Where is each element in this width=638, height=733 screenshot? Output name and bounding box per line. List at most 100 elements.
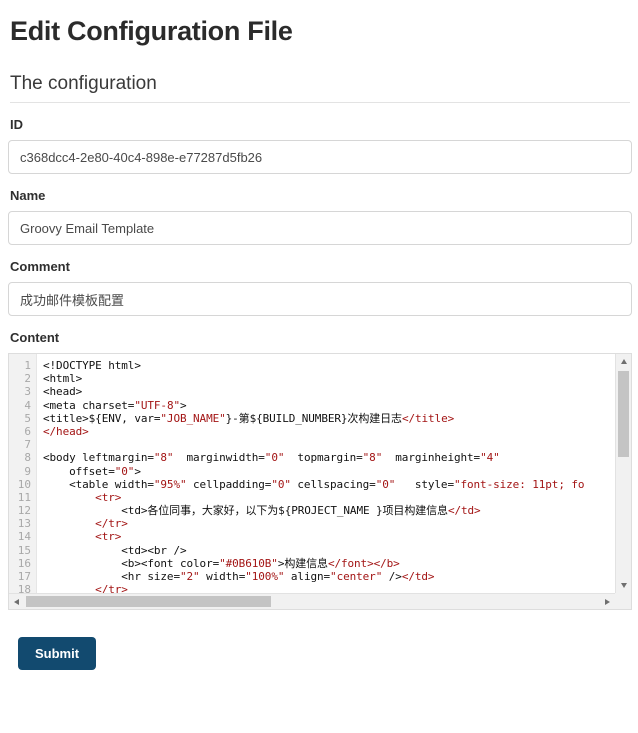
scroll-left-arrow-icon[interactable] [14,599,19,605]
code-token: <!DOCTYPE html> [43,359,141,372]
code-token: <tr> [43,530,122,544]
scroll-up-arrow-icon[interactable] [621,359,627,364]
code-line: </tr> [43,583,615,593]
name-label: Name [10,188,46,203]
comment-input[interactable] [8,282,632,316]
code-token: width= [199,570,246,583]
line-number-gutter: 1234567891011121314151617181920 [9,354,37,593]
code-line: <b><font color="#0B610B">构建信息</font></b> [43,557,615,570]
id-label: ID [10,117,23,132]
line-number: 2 [24,372,31,386]
code-line: <html> [43,372,615,385]
code-token: "8" [362,451,383,465]
code-token: <meta charset= [43,398,135,412]
content-label: Content [10,330,60,345]
code-token: >构建信息 [277,556,328,570]
code-token: <td><br /> [43,543,187,557]
code-editor-body[interactable]: 1234567891011121314151617181920 <!DOCTYP… [9,354,615,593]
code-token: cellpadding= [186,477,272,491]
code-token: <tr> [43,490,122,504]
code-token: <hr size= [43,570,180,583]
code-line: <title>${ENV, var="JOB_NAME"}-第${BUILD_N… [43,412,615,425]
code-token: > [134,464,141,478]
line-number: 17 [17,570,31,583]
field-id: ID [8,117,632,174]
code-token: <b><font color= [43,556,220,570]
id-input[interactable] [8,140,632,174]
code-line: <hr size="2" width="100%" align="center"… [43,570,615,583]
code-token: style= [395,477,454,491]
code-token: "8" [153,451,174,465]
page-title: Edit Configuration File [10,16,293,46]
code-token: <title>${ENV, var= [43,411,161,425]
code-token: </title> [401,411,455,425]
code-token: "100%" [245,570,285,583]
code-token: <td> [43,504,148,518]
code-token: "0" [375,477,396,491]
code-line: <td><br /> [43,544,615,557]
code-token: "UTF-8" [134,398,180,412]
code-token: </head> [43,424,89,438]
line-number: 16 [17,556,31,570]
line-number: 13 [17,517,31,531]
code-token: <html> [43,372,83,386]
code-line: <table width="95%" cellpadding="0" cells… [43,478,615,491]
code-token: "95%" [153,477,187,491]
code-token: <table width= [43,477,154,491]
field-comment: Comment [8,259,632,316]
editor-horizontal-scrollbar[interactable] [9,593,615,609]
code-token: </tr> [43,517,128,531]
code-token: <body leftmargin= [43,451,154,465]
section-title: The configuration [10,72,630,103]
line-number: 11 [17,490,31,504]
line-number: 7 [24,438,31,452]
code-token: "#0B610B" [219,556,278,570]
field-content: Content 1234567891011121314151617181920 … [8,330,632,610]
code-token: marginwidth= [173,451,265,465]
edit-configuration-page: Edit Configuration File The configuratio… [0,0,638,670]
scrollbar-corner [615,593,631,609]
vertical-scrollbar-thumb[interactable] [618,371,629,457]
horizontal-scrollbar-thumb[interactable] [26,596,271,607]
code-line: <!DOCTYPE html> [43,359,615,372]
code-line: <tr> [43,530,615,543]
name-input[interactable] [8,211,632,245]
code-line: <meta charset="UTF-8"> [43,399,615,412]
code-line: <tr> [43,491,615,504]
code-token: /> [382,570,402,583]
submit-row: Submit [8,637,630,670]
code-editor[interactable]: 1234567891011121314151617181920 <!DOCTYP… [8,353,632,610]
code-token: "0" [271,477,291,491]
code-line: <head> [43,385,615,398]
code-line: <body leftmargin="8" marginwidth="0" top… [43,451,615,464]
code-line: </head> [43,425,615,438]
line-number: 1 [24,359,31,372]
submit-button[interactable]: Submit [18,637,97,670]
field-name: Name [8,188,632,245]
code-token: "font-size: 11pt; fo [453,477,585,491]
code-token: "0" [264,451,285,465]
scroll-right-arrow-icon[interactable] [605,599,610,605]
code-token: </td> [447,504,481,518]
code-token: </font></b> [327,556,400,570]
code-token: 各位同事，大家好，以下为${PROJECT_NAME }项目构建信息 [147,504,448,518]
code-token: marginheight= [382,451,481,465]
line-number: 10 [17,477,31,491]
code-token: topmargin= [284,451,363,465]
code-line: </tr> [43,517,615,530]
editor-vertical-scrollbar[interactable] [615,354,631,593]
line-number: 8 [24,451,31,465]
code-line: <td>各位同事，大家好，以下为${PROJECT_NAME }项目构建信息</… [43,504,615,517]
code-token: "JOB_NAME" [160,411,226,425]
code-token: "2" [179,570,200,583]
code-token: </tr> [43,583,128,593]
line-number: 9 [24,464,31,478]
scroll-down-arrow-icon[interactable] [621,583,627,588]
code-token: </td> [401,570,435,583]
code-token: align= [284,570,331,583]
code-token: offset= [43,464,115,478]
line-number: 15 [17,543,31,557]
code-token: cellspacing= [290,477,376,491]
code-text-area[interactable]: <!DOCTYPE html> <html> <head> <meta charset… [37,354,615,593]
